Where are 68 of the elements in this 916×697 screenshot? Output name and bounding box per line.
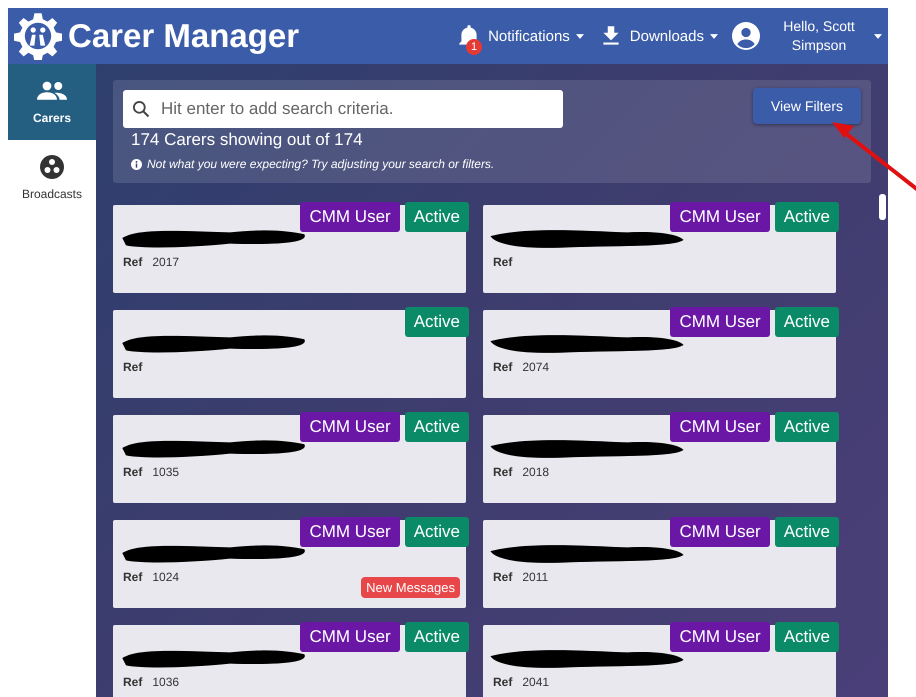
ref-label: Ref (493, 465, 512, 479)
scrollbar-thumb[interactable] (879, 194, 886, 220)
carer-card[interactable]: CMM User Active Ref 2074 (483, 310, 836, 398)
new-messages-badge: New Messages (361, 577, 460, 598)
carer-card[interactable]: Active Ref (113, 310, 466, 398)
ref-number: 2017 (152, 255, 180, 269)
status-badge: Active (404, 622, 469, 652)
status-badge: CMM User (300, 622, 400, 652)
ref-label: Ref (123, 255, 142, 269)
status-badge: CMM User (670, 517, 770, 547)
status-badge: Active (774, 202, 839, 232)
ref-number: 2011 (522, 570, 548, 584)
status-badge: Active (404, 202, 469, 232)
status-badge: Active (404, 412, 469, 442)
status-badge: CMM User (300, 202, 400, 232)
ref-label: Ref (493, 570, 512, 584)
search-field[interactable]: Hit enter to add search criteria. (123, 90, 563, 128)
people-icon (37, 79, 67, 103)
user-greeting[interactable]: Hello, Scott Simpson (774, 17, 864, 55)
notification-count: 1 (466, 39, 482, 55)
carer-card[interactable]: CMM User Active Ref 2011 (483, 520, 836, 608)
ref-number: 1035 (152, 465, 180, 479)
carer-card[interactable]: CMM User Active Ref 1024 New Messages (113, 520, 466, 608)
user-avatar-icon[interactable] (732, 22, 760, 50)
status-badge: CMM User (670, 202, 770, 232)
search-hint: Not what you were expecting? Try adjusting your search or filters. (147, 157, 494, 171)
status-badge: CMM User (670, 622, 770, 652)
carer-card[interactable]: CMM User Active Ref (483, 205, 836, 293)
ref-number: 1024 (152, 570, 180, 584)
app-title: Carer Manager (68, 17, 300, 55)
ref-number: 2018 (522, 465, 550, 479)
downloads-menu[interactable]: Downloads (598, 15, 718, 57)
carer-card[interactable]: CMM User Active Ref 2018 (483, 415, 836, 503)
ref-label: Ref (493, 255, 512, 269)
view-filters-button[interactable]: View Filters (752, 88, 861, 124)
caret-icon (710, 34, 718, 38)
ref-label: Ref (123, 360, 142, 374)
results-count: 174 Carers showing out of 174 (131, 130, 364, 150)
ref-label: Ref (123, 675, 142, 689)
carer-card[interactable]: CMM User Active Ref 2041 (483, 625, 836, 697)
status-badge: Active (774, 307, 839, 337)
sidebar-tab[interactable]: Carers (8, 64, 96, 140)
caret-icon (874, 34, 882, 38)
status-badge: CMM User (300, 517, 400, 547)
info-icon (131, 158, 142, 170)
ref-number: 2041 (522, 675, 550, 689)
status-badge: CMM User (670, 412, 770, 442)
status-badge: Active (774, 412, 839, 442)
ref-label: Ref (123, 465, 142, 479)
status-badge: Active (404, 517, 469, 547)
ref-label: Ref (123, 570, 142, 584)
ref-number: 2074 (522, 360, 550, 374)
carer-card[interactable]: CMM User Active Ref 1036 (113, 625, 466, 697)
caret-icon (576, 34, 584, 38)
gear-logo-icon (14, 12, 62, 60)
ref-label: Ref (493, 675, 512, 689)
status-badge: Active (404, 307, 469, 337)
carer-card[interactable]: CMM User Active Ref 2017 (113, 205, 466, 293)
carer-card[interactable]: CMM User Active Ref 1035 (113, 415, 466, 503)
status-badge: CMM User (300, 412, 400, 442)
ref-number: 1036 (152, 675, 180, 689)
ref-label: Ref (493, 360, 512, 374)
notifications-menu[interactable]: 1 Notifications (456, 15, 584, 57)
status-badge: Active (774, 517, 839, 547)
search-icon (131, 99, 151, 119)
status-badge: CMM User (670, 307, 770, 337)
broadcast-icon (37, 155, 67, 179)
status-badge: Active (774, 622, 839, 652)
